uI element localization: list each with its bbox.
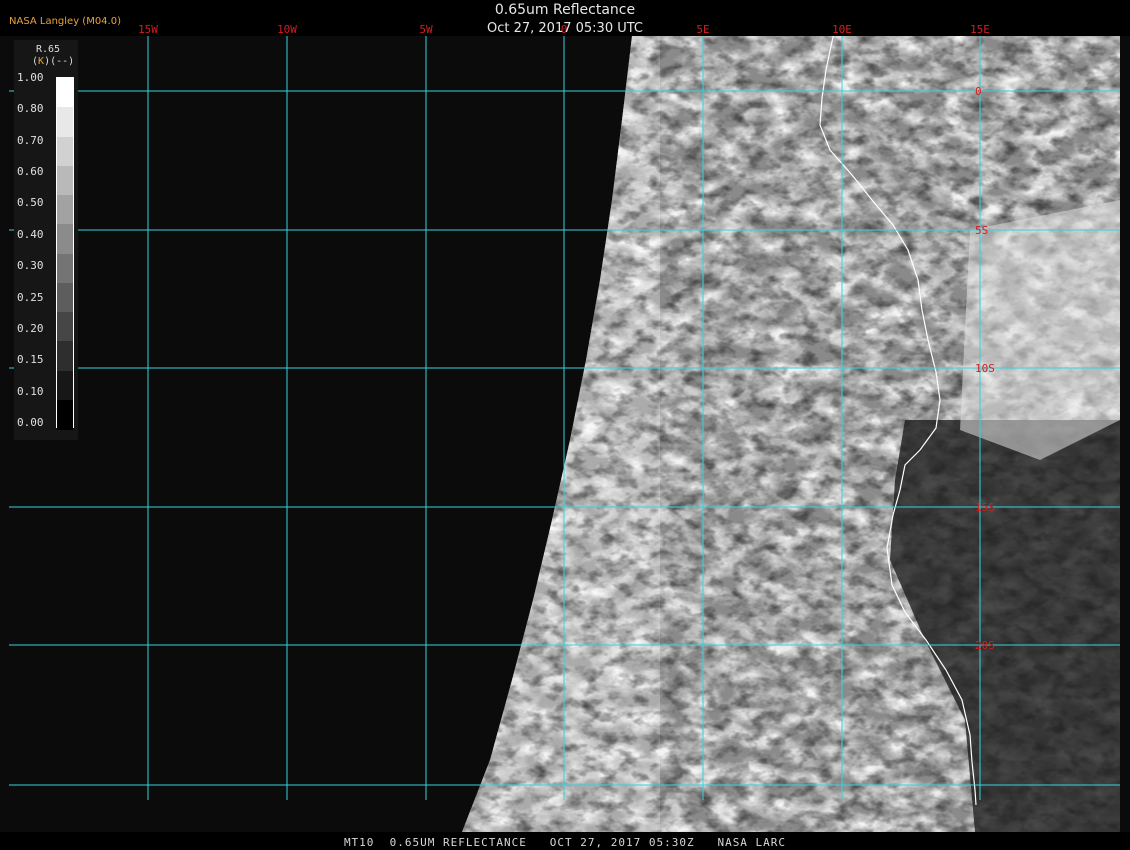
- colorbar-swatch: [57, 341, 73, 371]
- colorbar-swatch: [57, 399, 73, 430]
- colorbar-swatch: [57, 107, 73, 137]
- latitude-label: 5S: [975, 224, 988, 237]
- latitude-label: 15S: [975, 501, 995, 514]
- colorbar: [56, 77, 74, 430]
- colorbar-swatch: [57, 224, 73, 254]
- colorbar-tick-label: 1.00: [17, 71, 44, 84]
- colorbar-swatch: [57, 195, 73, 225]
- colorbar-swatch: [57, 312, 73, 342]
- colorbar-swatch: [57, 253, 73, 284]
- colorbar-tick-label: 0.10: [17, 384, 44, 398]
- colorbar-tick-label: 0.40: [17, 227, 44, 241]
- satellite-map[interactable]: 15W 10W 5W 0 5E 10E 15E05S10S15S20S: [0, 0, 1130, 850]
- legend-unit: (K)(--): [32, 56, 74, 67]
- colorbar-tick-label: 0.00: [17, 416, 44, 429]
- latitude-label: 10S: [975, 362, 995, 375]
- colorbar-tick-label: 0.70: [17, 133, 44, 147]
- colorbar-tick-label: 0.25: [17, 290, 44, 304]
- image-title: 0.65um Reflectance: [494, 2, 636, 18]
- colorbar-legend: R.65 (K)(--) 1.00 0.80 0.70 0.60 0.50 0.40 0.3…: [14, 40, 78, 440]
- legend-unit-rest: )(--): [44, 56, 75, 67]
- latitude-label: 0: [975, 85, 982, 98]
- colorbar-swatch: [57, 282, 73, 313]
- colorbar-tick-label: 0.60: [17, 165, 44, 179]
- colorbar-swatch: [57, 370, 73, 401]
- colorbar-tick-label: 0.80: [17, 102, 44, 116]
- colorbar-tick-label: 0.20: [17, 321, 44, 335]
- bright-land-clouds: [960, 200, 1120, 460]
- latitude-label: 20S: [975, 639, 995, 652]
- colorbar-swatch: [57, 78, 73, 108]
- colorbar-tick-label: 0.50: [17, 196, 44, 210]
- colorbar-tick-label: 0.15: [17, 353, 44, 367]
- colorbar-tick-label: 0.30: [17, 259, 44, 273]
- caption-footer: MT10 0.65UM REFLECTANCE OCT 27, 2017 05:…: [343, 836, 787, 849]
- colorbar-swatch: [57, 136, 73, 167]
- legend-variable: R.65: [36, 44, 61, 55]
- colorbar-swatch: [57, 165, 73, 196]
- image-timestamp: Oct 27, 2017 05:30 UTC: [487, 21, 643, 36]
